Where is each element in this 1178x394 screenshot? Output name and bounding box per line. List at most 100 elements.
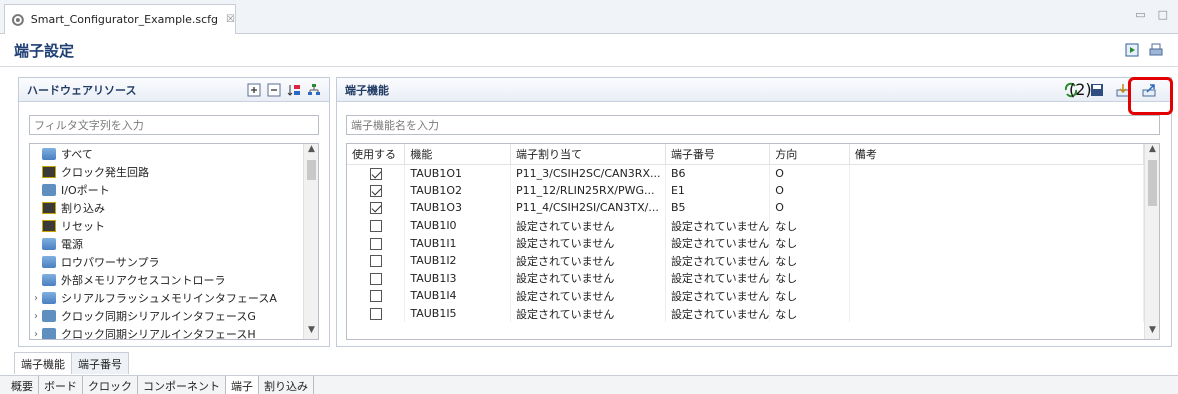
use-cell <box>347 269 406 288</box>
hardware-panel-header: ハードウェアリソース <box>19 78 329 102</box>
chevron-right-icon[interactable]: › <box>30 329 42 340</box>
cell-assign: 設定されていません <box>510 304 666 323</box>
function-panel-header: 端子機能 <box>337 78 1171 102</box>
table-row[interactable]: TAUB1O1 P11_3/CSIH2SC/CAN3RX... B6 O <box>347 164 1145 182</box>
tree-item[interactable]: ロウパワーサンプラ <box>30 253 159 271</box>
tree-item[interactable]: 電源 <box>30 235 83 253</box>
use-checkbox[interactable] <box>370 290 382 303</box>
tree-item[interactable]: I/Oポート <box>30 181 110 199</box>
highlight-box <box>1128 77 1173 115</box>
collapse-all-icon[interactable] <box>267 83 281 97</box>
generate-code-icon[interactable] <box>1124 42 1140 58</box>
cell-pin: 設定されていません <box>665 287 771 305</box>
maximize-icon[interactable]: □ <box>1158 8 1168 21</box>
table-row[interactable]: TAUB1O2 P11_12/RLIN25RX/PWG... E1 O <box>347 181 1145 200</box>
column-header[interactable]: 使用する <box>347 144 406 165</box>
expand-all-icon[interactable] <box>247 83 261 97</box>
print-icon[interactable] <box>1148 42 1164 58</box>
network-icon <box>42 274 56 286</box>
hardware-filter-input[interactable] <box>29 115 319 135</box>
view-tab[interactable]: 端子番号 <box>71 352 129 374</box>
function-filter-input[interactable] <box>346 115 1160 135</box>
table-row[interactable]: TAUB1I0 設定されていません 設定されていません なし <box>347 216 1145 235</box>
cell-dir: O <box>769 199 850 217</box>
column-header[interactable]: 端子割り当て <box>510 144 666 165</box>
network-icon <box>42 256 56 268</box>
hierarchy-icon[interactable] <box>307 83 321 97</box>
page-tab[interactable]: クロック <box>83 376 138 394</box>
column-header[interactable]: 備考 <box>849 144 1145 165</box>
cell-function: TAUB1I4 <box>404 287 511 305</box>
scroll-up-icon[interactable]: ▲ <box>1145 144 1159 158</box>
page-tab[interactable]: 割り込み <box>259 376 314 394</box>
table-row[interactable]: TAUB1I3 設定されていません 設定されていません なし <box>347 269 1145 288</box>
tree-item[interactable]: リセット <box>30 217 105 235</box>
use-checkbox[interactable] <box>370 167 382 180</box>
tree-item[interactable]: 割り込み <box>30 199 105 217</box>
use-checkbox[interactable] <box>370 308 382 321</box>
cell-assign: 設定されていません <box>510 216 666 235</box>
view-tab[interactable]: 端子機能 <box>14 352 72 374</box>
page-tab[interactable]: 端子 <box>226 376 259 394</box>
table-row[interactable]: TAUB1I2 設定されていません 設定されていません なし <box>347 251 1145 270</box>
tree-item[interactable]: › シリアルフラッシュメモリインタフェースA <box>30 289 277 307</box>
tree-scrollbar[interactable]: ▲ ▼ <box>303 144 318 339</box>
use-checkbox[interactable] <box>370 202 382 215</box>
page-tab[interactable]: 概要 <box>6 376 39 394</box>
tree-item-label: クロック同期シリアルインタフェースH <box>61 328 256 340</box>
tree-item-label: I/Oポート <box>61 184 110 197</box>
sort-icon[interactable] <box>287 83 301 97</box>
cell-assign: 設定されていません <box>510 287 666 305</box>
cell-assign: P11_12/RLIN25RX/PWG... <box>510 181 666 200</box>
use-checkbox[interactable] <box>370 220 382 233</box>
tree-item-label: ロウパワーサンプラ <box>61 256 160 269</box>
scroll-down-icon[interactable]: ▼ <box>304 325 318 339</box>
column-header[interactable]: 機能 <box>404 144 511 165</box>
table-row[interactable]: TAUB1I1 設定されていません 設定されていません なし <box>347 234 1145 252</box>
use-checkbox[interactable] <box>370 184 382 197</box>
chevron-right-icon[interactable]: › <box>30 293 42 304</box>
chip-icon <box>42 202 56 214</box>
page-tab[interactable]: コンポーネント <box>138 376 226 394</box>
cell-pin: 設定されていません <box>665 234 771 252</box>
column-header[interactable]: 方向 <box>769 144 850 165</box>
tree-item[interactable]: すべて <box>30 145 93 163</box>
network-icon <box>42 238 56 250</box>
cell-assign: P11_3/CSIH2SC/CAN3RX... <box>510 164 666 182</box>
table-row[interactable]: TAUB1I4 設定されていません 設定されていません なし <box>347 287 1145 305</box>
table-row[interactable]: TAUB1O3 P11_4/CSIH2SI/CAN3TX/... B5 O <box>347 199 1145 217</box>
table-row[interactable]: TAUB1I5 設定されていません 設定されていません なし <box>347 304 1145 323</box>
table-scrollbar[interactable]: ▲ ▼ <box>1144 144 1159 339</box>
tree-item-label: シリアルフラッシュメモリインタフェースA <box>61 292 277 305</box>
use-checkbox[interactable] <box>370 272 382 285</box>
close-icon[interactable]: ☒ <box>226 14 235 25</box>
tree-item[interactable]: 外部メモリアクセスコントローラ <box>30 271 225 289</box>
use-checkbox[interactable] <box>370 255 382 268</box>
port-icon <box>42 328 56 339</box>
tree-item[interactable]: › クロック同期シリアルインタフェースG <box>30 307 256 325</box>
cell-note <box>849 251 1145 270</box>
function-panel-title: 端子機能 <box>345 83 389 97</box>
tree-item[interactable]: › クロック同期シリアルインタフェースH <box>30 325 256 340</box>
table-scroll-thumb[interactable] <box>1148 160 1157 206</box>
chevron-right-icon[interactable]: › <box>30 311 42 322</box>
cell-dir: なし <box>769 234 850 252</box>
scroll-up-icon[interactable]: ▲ <box>304 144 318 158</box>
pin-function-panel: 端子機能 使用する機能端子割り当て端子番号方向備考 TAUB1O1P11_3/C… <box>336 77 1172 347</box>
tree-scroll-thumb[interactable] <box>307 160 316 180</box>
cell-function: TAUB1O1 <box>404 164 511 182</box>
page-tab[interactable]: ボード <box>39 376 83 394</box>
cell-assign: P11_4/CSIH2SI/CAN3TX/... <box>510 199 666 217</box>
cell-note <box>849 234 1145 252</box>
tree-item-label: すべて <box>61 148 93 161</box>
column-header[interactable]: 端子番号 <box>665 144 771 165</box>
editor-tab[interactable]: Smart_Configurator_Example.scfg ☒ <box>4 4 236 34</box>
cell-function: TAUB1I5 <box>404 304 511 323</box>
tree-item[interactable]: クロック発生回路 <box>30 163 149 181</box>
network-icon <box>42 148 56 160</box>
use-cell <box>347 216 406 235</box>
use-checkbox[interactable] <box>370 237 382 250</box>
use-cell <box>347 164 406 182</box>
minimize-icon[interactable]: ▭ <box>1135 8 1145 21</box>
scroll-down-icon[interactable]: ▼ <box>1145 325 1159 339</box>
